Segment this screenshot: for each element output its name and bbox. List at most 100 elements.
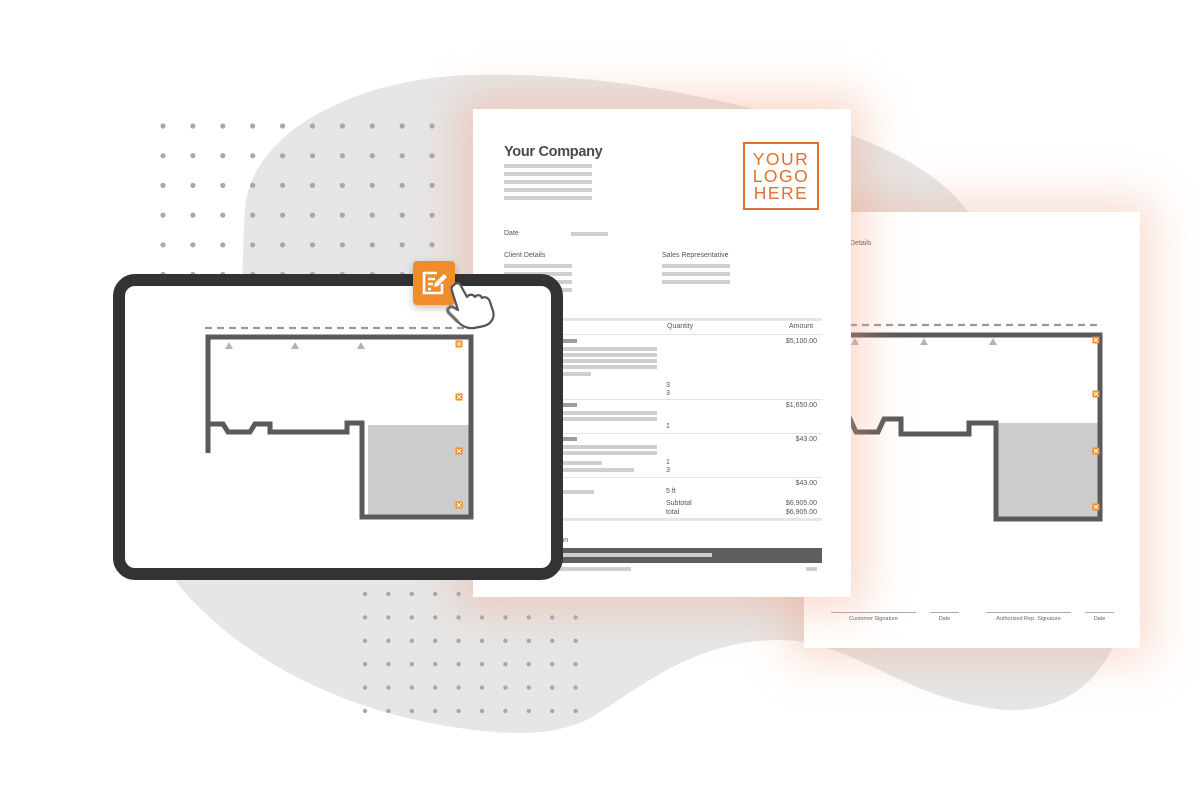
- decorative-dot: [429, 123, 435, 129]
- decorative-dot: [433, 708, 438, 714]
- header-rule: [548, 334, 822, 335]
- decorative-dot: [220, 153, 226, 159]
- floor-plan-back: [844, 323, 1103, 522]
- decorative-dot: [369, 153, 375, 159]
- total-label: total: [666, 509, 680, 516]
- decorative-dot: [573, 615, 578, 620]
- decorative-dot: [309, 182, 316, 188]
- line-quantity: 1: [666, 423, 670, 430]
- company-name: Your Company: [504, 144, 603, 160]
- decorative-dot: [190, 153, 196, 159]
- decorative-dot: [220, 242, 226, 248]
- decorative-dot: [369, 123, 375, 129]
- decorative-dot: [399, 182, 405, 188]
- line-quantity: 1: [666, 459, 670, 466]
- decorative-dot: [160, 123, 166, 129]
- vent-marker-icon: [989, 338, 997, 345]
- logo-placeholder: YOUR LOGO HERE: [743, 142, 819, 210]
- decorative-dot: [433, 662, 438, 667]
- logo-line: YOUR: [752, 148, 810, 169]
- decorative-dot: [456, 638, 461, 643]
- decorative-dot: [456, 662, 461, 667]
- decorative-dot: [429, 212, 435, 218]
- decorative-dot: [190, 123, 196, 129]
- line-quantity: 3: [666, 382, 670, 389]
- decorative-dot: [479, 708, 485, 714]
- decorative-dot: [309, 123, 316, 129]
- decorative-dot: [429, 153, 435, 159]
- decorative-dot: [456, 708, 461, 714]
- customer-date-line: Date: [930, 612, 959, 622]
- vent-marker-icon: [920, 338, 928, 345]
- decorative-dot: [550, 662, 555, 667]
- decorative-dot: [362, 708, 368, 714]
- subtotal-value: $6,905.00: [785, 500, 817, 507]
- decorative-dot: [456, 591, 461, 597]
- line-amount: $43.00: [795, 480, 817, 487]
- vent-marker-icon: [291, 342, 299, 349]
- decorative-dot: [386, 708, 391, 714]
- date-label: Date: [504, 230, 519, 237]
- vent-marker-icon: [357, 342, 365, 349]
- decorative-dot: [190, 182, 196, 188]
- decorative-dot: [433, 615, 438, 620]
- amount-header: Amount: [789, 323, 814, 330]
- outlet-icon: [455, 447, 463, 455]
- footer-placeholder: [553, 567, 631, 571]
- decorative-dot: [160, 153, 166, 159]
- decorative-dot: [526, 638, 531, 643]
- client-placeholder: [504, 264, 572, 268]
- decorative-dot: [369, 182, 375, 188]
- vent-markers: [851, 338, 997, 345]
- decorative-dot: [503, 638, 508, 643]
- decorative-dot: [409, 638, 414, 643]
- signature-label: Date: [938, 616, 951, 622]
- address-placeholder: [504, 164, 592, 168]
- shaded-area: [995, 423, 1099, 519]
- decorative-dot: [479, 685, 485, 690]
- sales-rep-label: Sales Representative: [662, 252, 729, 259]
- decorative-dot: [362, 591, 368, 597]
- decorative-dot: [190, 242, 196, 248]
- decorative-dot: [369, 212, 375, 218]
- outlet-icon: [455, 340, 463, 348]
- decorative-dot: [369, 242, 375, 248]
- rep-date-line: Date: [1085, 612, 1114, 622]
- outlet-icon: [1092, 503, 1100, 511]
- decorative-dot: [160, 182, 166, 188]
- sales-rep-placeholder: [662, 280, 730, 284]
- line-amount: $1,650.00: [785, 402, 817, 409]
- outlet-icon: [1092, 336, 1100, 344]
- footer-placeholder: [806, 567, 817, 571]
- decorative-dot: [526, 685, 531, 690]
- decorative-dot: [339, 182, 345, 188]
- decorative-dot: [250, 123, 256, 129]
- line-amount: $43.00: [795, 436, 817, 443]
- decorative-dot: [309, 153, 316, 159]
- decorative-dot: [386, 662, 391, 667]
- decorative-dot: [280, 123, 286, 129]
- decorative-dot: [399, 153, 405, 159]
- line-quantity: 3: [666, 390, 670, 397]
- vent-marker-icon: [225, 342, 233, 349]
- address-placeholder: [504, 180, 592, 184]
- decorative-dot: [573, 708, 578, 714]
- customer-signature-line: Customer Signature: [831, 612, 916, 622]
- decorative-dot: [399, 242, 405, 248]
- decorative-dot: [479, 615, 485, 620]
- decorative-dot: [309, 212, 316, 218]
- decorative-dot: [280, 242, 286, 248]
- decorative-dot: [309, 242, 316, 248]
- client-details-label: Client Details: [504, 252, 546, 259]
- pointing-hand-icon: [445, 282, 495, 330]
- line-quantity: 3: [666, 467, 670, 474]
- decorative-dot: [409, 615, 414, 620]
- table-top-rule: [548, 318, 822, 321]
- logo-line: HERE: [753, 182, 809, 203]
- decorative-dot: [160, 212, 166, 218]
- decorative-dot: [433, 685, 438, 690]
- decorative-dot: [409, 708, 414, 714]
- decorative-dot: [526, 662, 531, 667]
- decorative-dot: [573, 662, 578, 667]
- decorative-dot: [503, 662, 508, 667]
